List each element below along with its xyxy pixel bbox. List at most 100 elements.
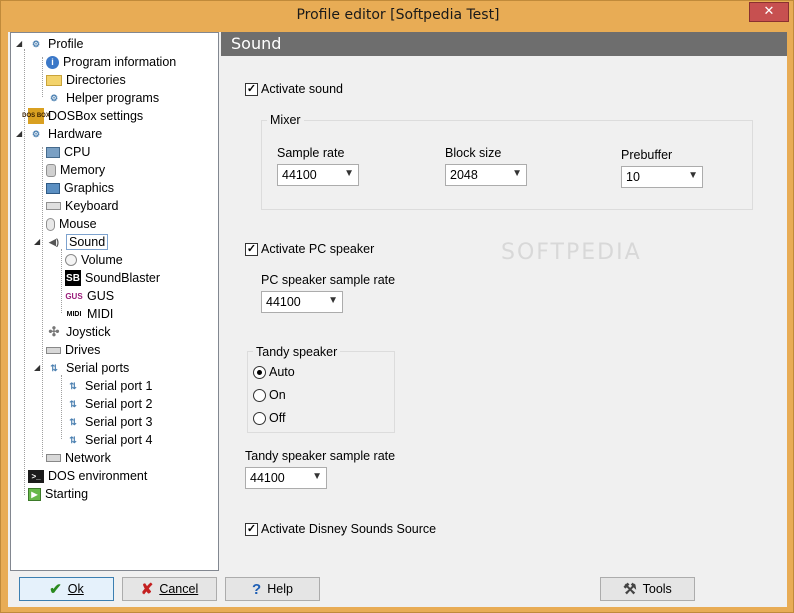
tools-button[interactable]: ⚒ Tools bbox=[600, 577, 695, 601]
tree-item-serial-port-2[interactable]: ⇅ Serial port 2 bbox=[65, 395, 152, 413]
volume-knob-icon bbox=[65, 254, 77, 266]
ok-button[interactable]: ✔ Ok bbox=[19, 577, 114, 601]
folder-icon bbox=[46, 74, 62, 86]
collapse-profile-icon[interactable]: ◢ bbox=[16, 39, 25, 48]
help-button[interactable]: ? Help bbox=[225, 577, 320, 601]
tree-item-serial-port-4[interactable]: ⇅ Serial port 4 bbox=[65, 431, 152, 449]
tandy-off-radio[interactable]: Off bbox=[253, 411, 285, 425]
chevron-down-icon: ▼ bbox=[512, 168, 522, 179]
block-size-label: Block size bbox=[445, 146, 502, 160]
cancel-button[interactable]: ✘ Cancel bbox=[122, 577, 217, 601]
collapse-sound-icon[interactable]: ◢ bbox=[34, 237, 43, 246]
keyboard-icon bbox=[46, 202, 61, 210]
prebuffer-select[interactable]: 10 ▼ bbox=[621, 166, 703, 188]
chevron-down-icon: ▼ bbox=[688, 170, 698, 181]
tree-item-graphics[interactable]: Graphics bbox=[46, 179, 114, 197]
tandy-speaker-group-title: Tandy speaker bbox=[253, 345, 341, 359]
panel-header: Sound bbox=[221, 32, 787, 56]
activate-sound-checkbox[interactable]: ✓ Activate sound bbox=[245, 82, 343, 96]
checkmark-icon: ✓ bbox=[245, 82, 258, 96]
tree-item-helper-programs[interactable]: ⚙ Helper programs bbox=[46, 89, 159, 107]
tree-item-joystick[interactable]: ✣ Joystick bbox=[46, 323, 111, 341]
tree-item-volume[interactable]: Volume bbox=[65, 251, 123, 269]
block-size-select[interactable]: 2048 ▼ bbox=[445, 164, 527, 186]
tandy-on-radio[interactable]: On bbox=[253, 388, 286, 402]
pc-speaker-rate-select[interactable]: 44100 ▼ bbox=[261, 291, 343, 313]
radio-icon bbox=[253, 388, 266, 402]
title-bar[interactable]: Profile editor [Softpedia Test] ✕ bbox=[1, 1, 794, 33]
checkmark-icon: ✓ bbox=[245, 242, 258, 256]
tree-item-profile[interactable]: ⚙ Profile bbox=[28, 35, 83, 53]
serial-port-icon: ⇅ bbox=[69, 398, 77, 409]
sample-rate-select[interactable]: 44100 ▼ bbox=[277, 164, 359, 186]
tree-item-starting[interactable]: ▶ Starting bbox=[28, 485, 88, 503]
serial-port-icon: ⇅ bbox=[69, 380, 77, 391]
speaker-icon: ◀) bbox=[49, 236, 59, 247]
chevron-down-icon: ▼ bbox=[328, 295, 338, 306]
memory-icon bbox=[46, 163, 56, 177]
tandy-auto-radio[interactable]: Auto bbox=[253, 365, 295, 379]
graphics-icon bbox=[46, 182, 60, 194]
helper-programs-icon: ⚙ bbox=[49, 92, 59, 103]
drive-icon bbox=[46, 346, 61, 354]
cpu-icon bbox=[46, 146, 60, 158]
tree-item-keyboard[interactable]: Keyboard bbox=[46, 197, 119, 215]
profile-icon: ⚙ bbox=[31, 38, 41, 49]
tree-item-cpu[interactable]: CPU bbox=[46, 143, 90, 161]
tree-item-serial-port-1[interactable]: ⇅ Serial port 1 bbox=[65, 377, 152, 395]
midi-icon: MIDI bbox=[66, 310, 82, 318]
tree-item-directories[interactable]: Directories bbox=[46, 71, 126, 89]
activate-disney-checkbox[interactable]: ✓ Activate Disney Sounds Source bbox=[245, 522, 436, 536]
tree-item-dosbox-settings[interactable]: DOS BOX DOSBox settings bbox=[22, 107, 143, 125]
chevron-down-icon: ▼ bbox=[312, 471, 322, 482]
info-icon: i bbox=[46, 55, 59, 69]
tree-item-serial-port-3[interactable]: ⇅ Serial port 3 bbox=[65, 413, 152, 431]
tree-item-serial-ports[interactable]: ⇅ Serial ports bbox=[46, 359, 129, 377]
activate-pc-speaker-checkbox[interactable]: ✓ Activate PC speaker bbox=[245, 242, 374, 256]
tree-item-network[interactable]: Network bbox=[46, 449, 111, 467]
profile-editor-window: Profile editor [Softpedia Test] ✕ ◢ ⚙ Pr… bbox=[0, 0, 794, 613]
tandy-rate-select[interactable]: 44100 ▼ bbox=[245, 467, 327, 489]
tree-item-hardware[interactable]: ⚙ Hardware bbox=[28, 125, 102, 143]
network-icon bbox=[46, 454, 61, 462]
radio-icon bbox=[253, 411, 266, 425]
tree-item-program-information[interactable]: i Program information bbox=[46, 53, 176, 71]
tandy-rate-label: Tandy speaker sample rate bbox=[245, 449, 396, 463]
serial-ports-icon: ⇅ bbox=[50, 362, 58, 373]
collapse-serial-ports-icon[interactable]: ◢ bbox=[34, 363, 43, 372]
start-icon: ▶ bbox=[28, 487, 41, 501]
mouse-icon bbox=[46, 217, 55, 231]
sound-settings-panel: Sound SOFTPEDIA ✓ Activate sound Mixer S… bbox=[221, 32, 787, 571]
soundblaster-icon: SB bbox=[65, 270, 81, 286]
client-area: ◢ ⚙ Profile i Program information Direct… bbox=[8, 32, 787, 607]
close-button[interactable]: ✕ bbox=[749, 2, 789, 22]
tree-item-midi[interactable]: MIDI MIDI bbox=[65, 305, 114, 323]
gus-icon: GUS bbox=[65, 291, 83, 301]
prebuffer-label: Prebuffer bbox=[621, 148, 673, 162]
serial-port-icon: ⇅ bbox=[69, 416, 77, 427]
tools-icon: ⚒ bbox=[623, 581, 637, 598]
tree-item-gus[interactable]: GUS GUS bbox=[65, 287, 114, 305]
tree-item-sound[interactable]: ◀) Sound bbox=[46, 233, 109, 251]
tree-item-drives[interactable]: Drives bbox=[46, 341, 100, 359]
help-question-icon: ? bbox=[252, 580, 262, 598]
window-title: Profile editor [Softpedia Test] bbox=[296, 7, 500, 23]
radio-selected-icon bbox=[253, 365, 266, 379]
mixer-group-title: Mixer bbox=[267, 113, 304, 127]
cross-icon: ✘ bbox=[140, 581, 154, 598]
checkmark-icon: ✔ bbox=[49, 581, 62, 598]
tree-item-dos-environment[interactable]: >_ DOS environment bbox=[28, 467, 147, 485]
collapse-hardware-icon[interactable]: ◢ bbox=[16, 129, 25, 138]
joystick-icon: ✣ bbox=[48, 324, 60, 339]
dosbox-icon: DOS BOX bbox=[22, 108, 50, 124]
tree-item-memory[interactable]: Memory bbox=[46, 161, 105, 179]
tree-item-soundblaster[interactable]: SB SoundBlaster bbox=[65, 269, 160, 287]
hardware-icon: ⚙ bbox=[31, 128, 41, 139]
tree-item-mouse[interactable]: Mouse bbox=[46, 215, 97, 233]
settings-tree[interactable]: ◢ ⚙ Profile i Program information Direct… bbox=[10, 32, 219, 571]
dos-prompt-icon: >_ bbox=[28, 469, 44, 483]
chevron-down-icon: ▼ bbox=[344, 168, 354, 179]
softpedia-watermark: SOFTPEDIA bbox=[501, 240, 642, 265]
serial-port-icon: ⇅ bbox=[69, 434, 77, 445]
sample-rate-label: Sample rate bbox=[277, 146, 345, 160]
